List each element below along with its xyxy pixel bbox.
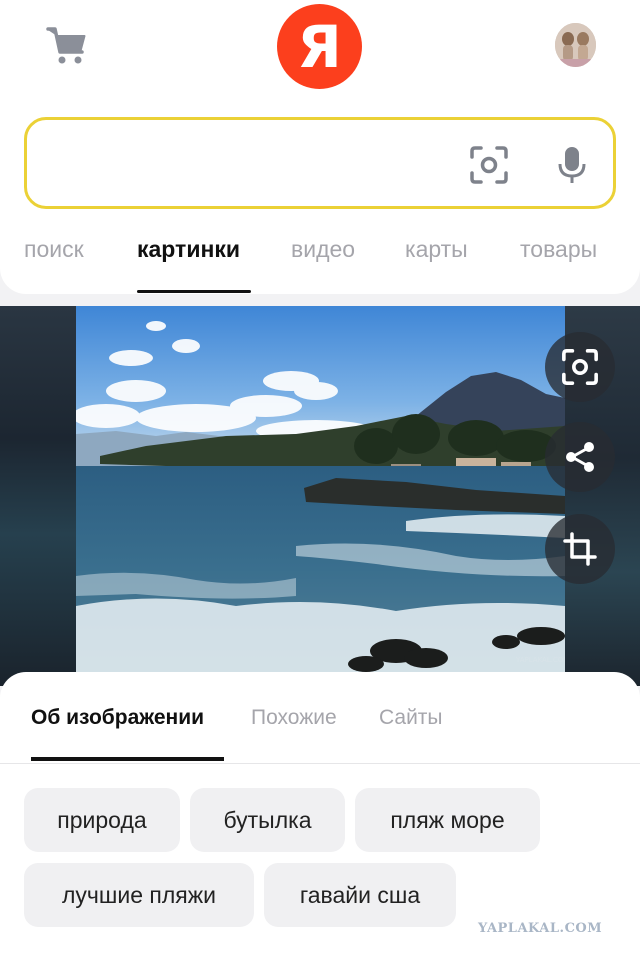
tag-chip[interactable]: пляж море: [355, 788, 540, 852]
camera-search-button[interactable]: [464, 142, 514, 188]
tab-similar[interactable]: Похожие: [251, 706, 337, 730]
coast-photo[interactable]: YAPLAKAL.COM: [76, 306, 565, 672]
avatar-image: [555, 23, 596, 67]
camera-lens-icon: [470, 146, 508, 184]
search-tabs: поиск картинки видео карты товары: [0, 228, 640, 294]
voice-search-button[interactable]: [549, 142, 595, 188]
microphone-icon: [558, 147, 586, 183]
image-viewer: YAPLAKAL.COM: [0, 306, 640, 686]
cart-icon: [46, 27, 86, 64]
active-tab-indicator: [137, 290, 251, 293]
tab-video[interactable]: видео: [291, 236, 355, 263]
tab-images[interactable]: картинки: [137, 236, 240, 263]
search-box: [24, 117, 616, 209]
share-icon: [566, 442, 594, 472]
tag-chip[interactable]: бутылка: [190, 788, 345, 852]
tab-search[interactable]: поиск: [24, 236, 84, 263]
tab-maps[interactable]: карты: [405, 236, 468, 263]
lens-search-icon: [562, 349, 598, 385]
header: Я поиск картинки видео карты товары: [0, 0, 640, 294]
tag-chip[interactable]: природа: [24, 788, 180, 852]
cart-button[interactable]: [42, 22, 92, 70]
logo-letter: Я: [297, 12, 342, 81]
avatar[interactable]: [555, 23, 596, 67]
tab-sites[interactable]: Сайты: [379, 706, 443, 730]
share-button[interactable]: [545, 422, 615, 492]
page: Я поиск картинки видео карты товары YAPL…: [0, 0, 640, 959]
tab-about-image[interactable]: Об изображении: [31, 706, 204, 730]
crop-button[interactable]: [545, 514, 615, 584]
active-sheet-tab-indicator: [31, 757, 224, 761]
site-watermark: YAPLAKAL.COM: [478, 921, 603, 936]
tab-products[interactable]: товары: [520, 236, 597, 263]
yandex-logo[interactable]: Я: [277, 4, 362, 89]
divider: [0, 763, 640, 764]
search-input[interactable]: [47, 140, 447, 186]
image-info-sheet: Об изображении Похожие Сайты природа бут…: [0, 672, 640, 959]
lens-search-button[interactable]: [545, 332, 615, 402]
tag-chip[interactable]: гавайи сша: [264, 863, 456, 927]
crop-icon: [563, 532, 597, 566]
blurred-backdrop-left: [0, 306, 76, 686]
photo-watermark: YAPLAKAL.COM: [515, 656, 565, 664]
tag-chip[interactable]: лучшие пляжи: [24, 863, 254, 927]
